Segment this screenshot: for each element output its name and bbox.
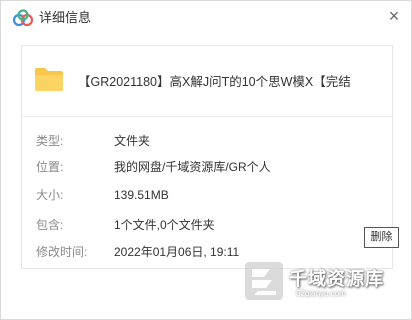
details-panel: 【GR2021180】高X解J问T的10个思W模X【完结 类型: 文件夹 位置:… (21, 45, 393, 269)
window-title: 详细信息 (39, 10, 92, 25)
delete-button[interactable]: 删除 (364, 227, 399, 248)
detail-row-type: 类型: 文件夹 (22, 132, 392, 152)
details-dialog: 详细信息 × 【GR2021180】高X解J问T的10个思W模X【完结 类型: … (0, 0, 412, 320)
detail-label: 位置: (36, 160, 64, 174)
detail-label: 大小: (36, 188, 64, 202)
detail-value: 139.51MB (114, 188, 169, 202)
detail-value: 我的网盘/千域资源库/GR个人 (114, 160, 271, 174)
detail-label: 类型: (36, 134, 64, 148)
detail-value: 2022年01月06日, 19:11 (114, 245, 240, 259)
baidu-netdisk-icon (12, 9, 34, 27)
detail-row-location: 位置: 我的网盘/千域资源库/GR个人 (22, 158, 392, 178)
watermark-logo-icon (245, 262, 283, 300)
watermark-url: 52qianyu.com (296, 289, 346, 298)
detail-label: 包含: (36, 218, 64, 232)
detail-row-modified: 修改时间: 2022年01月06日, 19:11 (22, 243, 392, 263)
detail-label: 修改时间: (36, 245, 88, 259)
watermark-brand: 千域资源库 (289, 269, 384, 289)
watermark: 千域资源库 52qianyu.com (244, 261, 394, 305)
close-button[interactable]: × (381, 3, 407, 29)
detail-value: 文件夹 (114, 134, 151, 148)
detail-row-contains: 包含: 1个文件,0个文件夹 (22, 216, 392, 236)
title-bar: 详细信息 × (1, 1, 411, 35)
detail-value: 1个文件,0个文件夹 (114, 218, 215, 232)
close-icon[interactable]: × (389, 6, 400, 26)
folder-icon (35, 68, 63, 91)
detail-row-size: 大小: 139.51MB (22, 186, 392, 206)
file-name: 【GR2021180】高X解J问T的10个思W模X【完结 (78, 75, 351, 89)
file-header: 【GR2021180】高X解J问T的10个思W模X【完结 (22, 46, 392, 117)
